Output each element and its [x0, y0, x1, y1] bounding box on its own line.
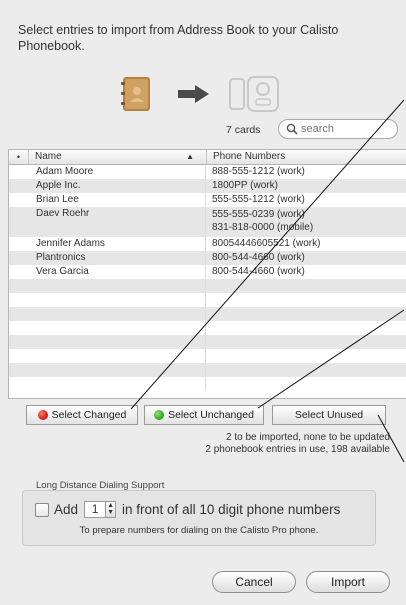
import-button[interactable]: Import [306, 571, 390, 593]
import-icons [0, 74, 406, 114]
contact-name: Apple Inc. [29, 179, 206, 193]
column-header-phone[interactable]: Phone Numbers [207, 150, 406, 164]
column-header-name[interactable]: Name ▲ [29, 150, 207, 164]
contact-name: Brian Lee [29, 193, 206, 207]
phone-numbers: 888-555-1212 (work) [206, 165, 406, 179]
column-header-select[interactable]: • [9, 150, 29, 164]
contact-name: Vera Garcia [29, 265, 206, 279]
phone-number: 800-544-4660 (work) [212, 266, 305, 277]
select-unused-label: Select Unused [294, 409, 364, 421]
import-status-line: 2 to be imported, none to be updated [225, 432, 390, 443]
cancel-button[interactable]: Cancel [212, 571, 296, 593]
dialing-group: Add 1 ▲ ▼ in front of all 10 digit phone … [22, 490, 376, 546]
select-unchanged-button[interactable]: Select Unchanged [144, 405, 264, 425]
stepper-arrows-icon[interactable]: ▲ ▼ [106, 501, 117, 518]
table-row[interactable]: Plantronics 800-544-4660 (work) [9, 251, 406, 265]
prefix-stepper[interactable]: 1 ▲ ▼ [84, 501, 117, 518]
sort-ascending-icon: ▲ [186, 152, 194, 161]
prefix-suffix-label: in front of all 10 digit phone numbers [122, 502, 341, 517]
intro-text: Select entries to import from Address Bo… [18, 23, 339, 53]
empty-row [9, 321, 406, 335]
contact-name: Adam Moore [29, 165, 206, 179]
add-prefix-checkbox[interactable] [35, 502, 49, 517]
dialing-prefix-row: Add 1 ▲ ▼ in front of all 10 digit phone … [35, 501, 340, 518]
phone-numbers: 80054446605521 (work) [206, 237, 406, 251]
table-header: • Name ▲ Phone Numbers [9, 150, 406, 165]
import-status: 2 to be imported, none to be updated 2 p… [205, 432, 390, 456]
empty-row [9, 307, 406, 321]
phone-number: 800-544-4660 (work) [212, 252, 305, 263]
card-count: 7 cards [226, 124, 261, 136]
phone-number: 831-818-0000 (mobile) [212, 222, 314, 233]
unchanged-status-icon [154, 410, 165, 420]
phone-number: 555-555-1212 (work) [212, 194, 305, 205]
phonebook-usage-line: 2 phonebook entries in use, 198 availabl… [205, 444, 390, 455]
empty-row [9, 335, 406, 349]
empty-row [9, 293, 406, 307]
changed-status-icon [37, 410, 48, 420]
prefix-value[interactable]: 1 [84, 501, 107, 518]
address-book-icon [121, 77, 150, 111]
table-row[interactable]: Brian Lee 555-555-1212 (work) [9, 193, 406, 207]
phone-icon [229, 76, 279, 112]
select-changed-label: Select Changed [51, 409, 127, 421]
table-row[interactable]: Adam Moore 888-555-1212 (work) [9, 165, 406, 179]
phone-numbers: 800-544-4660 (work) [206, 251, 406, 265]
phone-number: 80054446605521 (work) [212, 238, 321, 249]
select-unused-button[interactable]: Select Unused [272, 405, 386, 425]
phone-number: 555-555-0239 (work) [212, 209, 305, 220]
select-unchanged-label: Select Unchanged [168, 409, 254, 421]
table-row[interactable]: Vera Garcia 800-544-4660 (work) [9, 265, 406, 279]
phone-numbers: 800-544-4660 (work) [206, 265, 406, 279]
table-body: Adam Moore 888-555-1212 (work) Apple Inc… [9, 165, 406, 391]
phone-number: 888-555-1212 (work) [212, 166, 305, 177]
phone-numbers: 555-555-0239 (work) 831-818-0000 (mobile… [206, 207, 406, 237]
column-header-name-label: Name [35, 151, 62, 162]
empty-row [9, 377, 406, 391]
select-changed-button[interactable]: Select Changed [26, 405, 138, 425]
empty-row [9, 279, 406, 293]
search-input[interactable] [301, 123, 391, 135]
table-row[interactable]: Jennifer Adams 80054446605521 (work) [9, 237, 406, 251]
phone-numbers: 555-555-1212 (work) [206, 193, 406, 207]
table-row[interactable]: Daev Roehr 555-555-0239 (work) 831-818-0… [9, 207, 406, 237]
contact-name: Daev Roehr [29, 207, 206, 237]
phone-number: 1800PP (work) [212, 180, 278, 191]
contacts-table[interactable]: • Name ▲ Phone Numbers Adam Moore 888-55… [8, 149, 406, 399]
empty-row [9, 349, 406, 363]
search-icon [286, 123, 298, 135]
right-arrow-icon [178, 85, 209, 103]
contact-name: Plantronics [29, 251, 206, 265]
search-field[interactable] [278, 119, 398, 139]
empty-row [9, 363, 406, 377]
phone-numbers: 1800PP (work) [206, 179, 406, 193]
contact-name: Jennifer Adams [29, 237, 206, 251]
add-label: Add [54, 502, 79, 517]
dialing-hint: To prepare numbers for dialing on the Ca… [79, 525, 319, 536]
table-row[interactable]: Apple Inc. 1800PP (work) [9, 179, 406, 193]
